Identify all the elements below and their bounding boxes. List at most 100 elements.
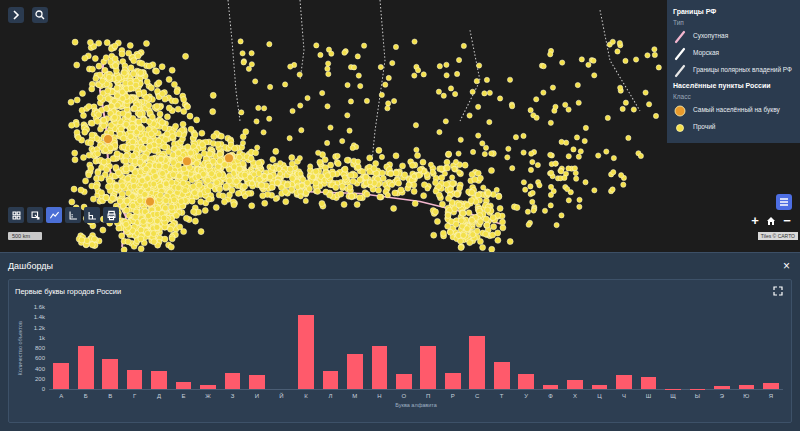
settlement-dot[interactable] (151, 181, 157, 187)
settlement-dot[interactable] (82, 129, 88, 135)
settlement-dot[interactable] (173, 123, 179, 129)
settlement-dot[interactable] (253, 150, 259, 156)
settlement-dot[interactable] (354, 202, 360, 208)
settlement-dot[interactable] (110, 156, 116, 162)
settlement-dot[interactable] (243, 129, 249, 135)
settlement-dot[interactable] (457, 238, 463, 244)
settlement-dot[interactable] (458, 245, 464, 251)
settlement-dot[interactable] (217, 151, 223, 157)
settlement-dot[interactable] (205, 188, 211, 194)
settlement-dot[interactable] (453, 221, 459, 227)
settlement-dot[interactable] (315, 188, 321, 194)
settlement-dot[interactable] (158, 156, 164, 162)
settlement-dot[interactable] (478, 219, 484, 225)
settlement-dot[interactable] (196, 154, 202, 160)
settlement-dot[interactable] (147, 144, 153, 150)
settlement-dot[interactable] (209, 171, 215, 177)
settlement-dot[interactable] (153, 174, 159, 180)
settlement-dot[interactable] (388, 171, 394, 177)
settlement-dot[interactable] (400, 163, 406, 169)
settlement-dot[interactable] (178, 198, 184, 204)
settlement-dot[interactable] (198, 229, 204, 235)
settlement-dot[interactable] (181, 96, 187, 102)
settlement-dot[interactable] (190, 183, 196, 189)
settlement-dot[interactable] (500, 225, 506, 231)
settlement-dot[interactable] (146, 102, 152, 108)
settlement-dot[interactable] (477, 175, 483, 181)
settlement-dot[interactable] (137, 111, 143, 117)
settlement-dot[interactable] (156, 138, 162, 144)
settlement-dot[interactable] (88, 140, 94, 146)
settlement-dot[interactable] (170, 160, 176, 166)
settlement-dot[interactable] (187, 113, 193, 119)
settlement-dot[interactable] (445, 195, 451, 201)
settlement-dot[interactable] (117, 198, 123, 204)
settlement-dot[interactable] (210, 158, 216, 164)
settlement-dot[interactable] (119, 191, 125, 197)
settlement-dot[interactable] (338, 191, 344, 197)
settlement-dot[interactable] (469, 217, 475, 223)
settlement-dot[interactable] (447, 229, 453, 235)
settlement-dot[interactable] (350, 178, 356, 184)
settlement-dot[interactable] (433, 209, 439, 215)
settlement-dot[interactable] (223, 183, 229, 189)
settlement-dot[interactable] (120, 135, 126, 141)
settlement-dot[interactable] (168, 244, 174, 250)
settlement-dot[interactable] (95, 151, 101, 157)
settlement-dot[interactable] (443, 181, 449, 187)
settlement-dot[interactable] (75, 135, 81, 141)
settlement-dot[interactable] (145, 176, 151, 182)
settlement-dot[interactable] (130, 139, 136, 145)
settlement-dot[interactable] (273, 148, 279, 154)
settlement-dot[interactable] (388, 170, 394, 176)
settlement-dot[interactable] (275, 179, 281, 185)
settlement-dot[interactable] (325, 173, 331, 179)
settlement-dot[interactable] (143, 166, 149, 172)
settlement-dot[interactable] (439, 201, 445, 207)
settlement-dot[interactable] (357, 177, 363, 183)
settlement-dot[interactable] (236, 166, 242, 172)
settlement-dot[interactable] (180, 121, 186, 127)
settlement-dot[interactable] (467, 240, 473, 246)
settlement-dot[interactable] (163, 180, 169, 186)
settlement-dot[interactable] (489, 246, 495, 252)
settlement-dot[interactable] (78, 187, 84, 193)
settlement-dot[interactable] (360, 169, 366, 175)
settlement-dot[interactable] (270, 157, 276, 163)
settlement-dot[interactable] (349, 194, 355, 200)
settlement-dot[interactable] (317, 159, 323, 165)
settlement-dot[interactable] (170, 172, 176, 178)
settlement-dot[interactable] (130, 139, 136, 145)
settlement-dot[interactable] (114, 183, 120, 189)
settlement-dot[interactable] (120, 183, 126, 189)
settlement-dot[interactable] (421, 193, 427, 199)
settlement-dot[interactable] (156, 163, 162, 169)
settlement-dot[interactable] (227, 178, 233, 184)
settlement-dot[interactable] (260, 193, 266, 199)
settlement-dot[interactable] (206, 163, 212, 169)
settlement-dot[interactable] (221, 199, 227, 205)
settlement-dot[interactable] (148, 131, 154, 137)
settlement-dot[interactable] (129, 144, 135, 150)
settlement-dot[interactable] (259, 182, 265, 188)
settlement-dot[interactable] (306, 186, 312, 192)
settlement-dot[interactable] (495, 237, 501, 243)
settlement-dot[interactable] (392, 190, 398, 196)
settlement-dot[interactable] (154, 68, 160, 74)
settlement-dot[interactable] (114, 151, 120, 157)
settlement-dot[interactable] (341, 201, 347, 207)
settlement-dot[interactable] (130, 178, 136, 184)
settlement-dot[interactable] (166, 76, 172, 82)
settlement-dot[interactable] (188, 126, 194, 132)
settlement-dot[interactable] (164, 114, 170, 120)
settlement-dot[interactable] (258, 182, 264, 188)
settlement-dot[interactable] (199, 142, 205, 148)
settlement-dot[interactable] (119, 233, 125, 239)
settlement-dot[interactable] (457, 171, 463, 177)
settlement-dot[interactable] (420, 159, 426, 165)
settlement-dot[interactable] (124, 207, 130, 213)
settlement-dot[interactable] (173, 98, 179, 104)
settlement-dot[interactable] (185, 104, 191, 110)
settlement-dot[interactable] (157, 111, 163, 117)
settlement-dot[interactable] (201, 170, 207, 176)
